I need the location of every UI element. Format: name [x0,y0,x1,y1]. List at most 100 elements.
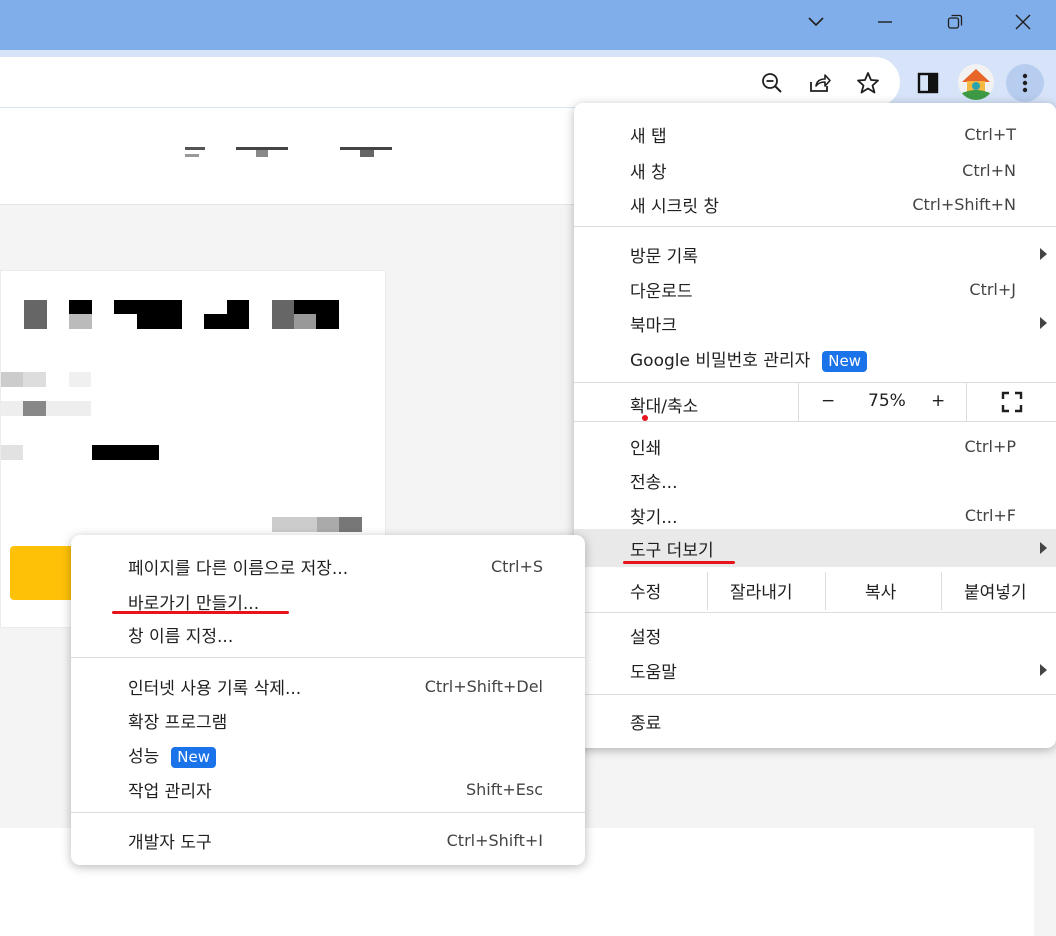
menu-item-settings[interactable]: 설정 [574,618,1056,652]
edit-row: 수정 잘라내기 복사 붙여넣기 [574,572,1056,610]
cut-button[interactable]: 잘라내기 [730,578,793,603]
submenu-item-save-page-as[interactable]: 페이지를 다른 이름으로 저장... Ctrl+S [71,549,585,583]
star-icon [857,72,879,94]
blurred-heading-block [272,300,294,329]
zoom-out-icon [762,73,782,93]
blurred-heading-block [137,300,182,329]
blurred-text-block [339,517,362,532]
submenu-item-clear-browsing-data[interactable]: 인터넷 사용 기록 삭제... Ctrl+Shift+Del [71,669,585,703]
menu-item-print[interactable]: 인쇄 Ctrl+P [574,429,1056,463]
paste-button[interactable]: 붙여넣기 [964,578,1027,603]
share-icon [810,74,831,92]
blurred-nav-link[interactable] [185,147,205,150]
menu-item-new-window[interactable]: 새 창 Ctrl+N [574,153,1056,187]
menu-item-label: 작업 관리자 [128,781,212,802]
menu-item-downloads[interactable]: 다운로드 Ctrl+J [574,272,1056,306]
menu-item-shortcut: Ctrl+J [969,279,1016,299]
blurred-text-block [69,372,91,387]
chevron-down-icon [808,17,824,27]
menu-item-label: 전송... [630,472,678,493]
submenu-arrow-icon [1040,664,1047,676]
profile-avatar[interactable] [958,64,994,100]
menu-item-exit[interactable]: 종료 [574,704,1056,738]
close-icon [1015,14,1031,30]
menu-item-shortcut: Ctrl+Shift+N [912,194,1016,214]
menu-item-text: 성능 [128,747,160,767]
menu-separator [574,612,1056,613]
menu-item-label: 창 이름 지정... [128,626,234,647]
submenu-item-name-window[interactable]: 창 이름 지정... [71,617,585,651]
edit-label: 수정 [630,583,662,603]
zoom-level-value: 75% [868,391,906,411]
menu-item-text: Google 비밀번호 관리자 [630,351,811,371]
new-badge: New [171,747,216,768]
zoom-divider [798,383,799,421]
more-vertical-icon [1022,73,1028,93]
tab-search-button[interactable] [793,0,839,44]
blurred-text-block [92,445,159,460]
menu-item-shortcut: Shift+Esc [465,779,543,799]
menu-item-new-tab[interactable]: 새 탭 Ctrl+T [574,117,1056,151]
submenu-item-task-manager[interactable]: 작업 관리자 Shift+Esc [71,772,585,806]
restore-button[interactable] [932,0,978,44]
menu-item-label: 성능 New [128,742,216,768]
toolbar [0,50,1056,108]
menu-item-shortcut: Ctrl+F [964,505,1016,525]
menu-item-label: Google 비밀번호 관리자 New [630,346,867,372]
menu-item-label: 찾기... [630,507,678,528]
blurred-heading-block [204,314,227,329]
menu-separator [574,694,1056,695]
minimize-icon [878,21,892,23]
menu-item-shortcut: Ctrl+N [962,160,1016,180]
blurred-nav-link-line [185,154,199,157]
blurred-heading-block [114,300,137,314]
menu-item-label: 페이지를 다른 이름으로 저장... [128,558,349,579]
menu-item-bookmarks[interactable]: 북마크 [574,306,1056,340]
menu-item-label: 바로가기 만들기... [128,593,260,614]
new-badge: New [822,351,867,372]
annotation-underline-create-shortcut [112,611,289,614]
page-action-button[interactable] [10,546,80,600]
side-panel-button[interactable] [910,65,946,101]
menu-item-shortcut: Ctrl+T [964,124,1016,144]
submenu-item-performance[interactable]: 성능 New [71,738,585,772]
submenu-item-developer-tools[interactable]: 개발자 도구 Ctrl+Shift+I [71,823,585,857]
blurred-text-block [317,517,339,532]
menu-item-label: 북마크 [630,315,677,336]
fullscreen-button[interactable] [1001,391,1023,418]
share-button[interactable] [802,65,838,101]
menu-item-cast[interactable]: 전송... [574,463,1056,497]
menu-item-shortcut: Ctrl+P [964,436,1016,456]
menu-separator [71,657,585,658]
submenu-item-extensions[interactable]: 확장 프로그램 [71,703,585,737]
menu-item-shortcut: Ctrl+Shift+Del [424,676,543,696]
edit-divider [825,572,826,610]
menu-item-label: 다운로드 [630,281,693,302]
menu-item-label: 도움말 [630,662,677,683]
blurred-text-block [1,372,23,387]
menu-item-new-incognito-window[interactable]: 새 시크릿 창 Ctrl+Shift+N [574,187,1056,221]
copy-button[interactable]: 복사 [865,578,896,603]
zoom-divider [966,383,967,421]
menu-item-label: 새 창 [630,162,667,183]
blurred-nav-link-block [360,150,374,157]
menu-item-label: 개발자 도구 [128,832,212,853]
menu-item-find[interactable]: 찾기... Ctrl+F [574,498,1056,532]
submenu-arrow-icon [1040,542,1047,554]
menu-item-password-manager[interactable]: Google 비밀번호 관리자 New [574,342,1056,376]
minimize-button[interactable] [862,0,908,44]
chrome-menu-button[interactable] [1006,64,1044,102]
menu-item-shortcut: Ctrl+Shift+I [446,830,543,850]
blurred-text-block [1,401,91,416]
zoom-out-button[interactable]: − [821,391,835,411]
blurred-heading-block [294,314,316,329]
menu-separator [71,812,585,813]
zoom-in-button[interactable]: + [931,391,945,411]
menu-item-label: 인터넷 사용 기록 삭제... [128,678,302,699]
zoom-indicator-button[interactable] [754,65,790,101]
close-window-button[interactable] [1000,0,1046,44]
menu-item-help[interactable]: 도움말 [574,653,1056,687]
menu-item-history[interactable]: 방문 기록 [574,237,1056,271]
bookmark-button[interactable] [850,65,886,101]
blurred-text-block [1,445,23,460]
